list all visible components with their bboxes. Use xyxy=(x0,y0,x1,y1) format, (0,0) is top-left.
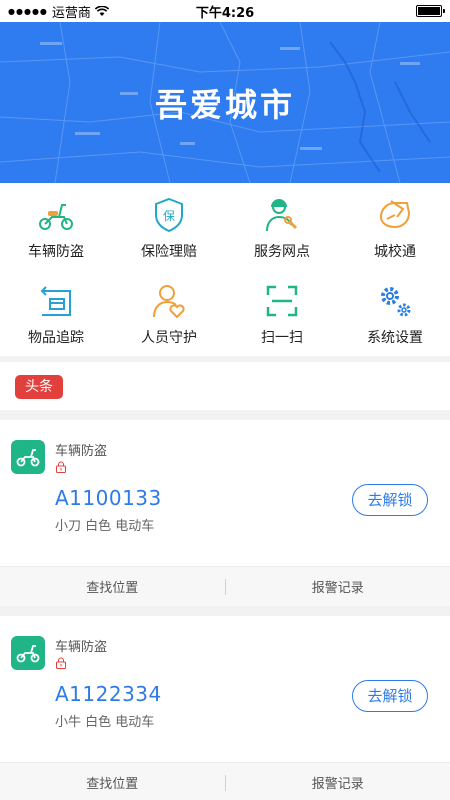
card-actions: 查找位置 报警记录 xyxy=(0,566,450,606)
find-location-button[interactable]: 查找位置 xyxy=(0,577,225,596)
grid-label: 人员守护 xyxy=(141,330,197,346)
grid-label: 服务网点 xyxy=(254,244,310,260)
status-left: ●●●●● 运营商 xyxy=(8,2,109,21)
grid-item-system-settings[interactable]: 系统设置 xyxy=(339,269,450,355)
grid-item-insurance[interactable]: 保 保险理赔 xyxy=(113,183,225,269)
scooter-icon xyxy=(39,204,73,230)
vehicle-card: 车辆防盗 A1100133 小刀 白色 电动车 去解锁 查找位置 报警记录 xyxy=(0,420,450,606)
insurance-shield-icon: 保 xyxy=(155,197,183,233)
status-bar: ●●●●● 运营商 下午4:26 xyxy=(0,0,450,22)
card-actions: 查找位置 报警记录 xyxy=(0,762,450,800)
card-description: 小牛 白色 电动车 xyxy=(55,715,155,730)
wifi-icon xyxy=(94,5,109,16)
grid-item-campus[interactable]: 城校通 xyxy=(339,183,450,269)
hand-card-icon xyxy=(379,200,411,229)
grid-label: 保险理赔 xyxy=(141,244,197,260)
banner-title: 吾爱城市 xyxy=(154,86,295,124)
vehicle-card: 车辆防盗 A1122334 小牛 白色 电动车 去解锁 查找位置 报警记录 xyxy=(0,616,450,800)
feature-grid: 车辆防盗 保 保险理赔 服务网点 城校通 物品追踪 人员守护 扫一扫 系统设置 xyxy=(0,183,450,356)
svg-text:保: 保 xyxy=(163,209,175,223)
lock-icon xyxy=(56,657,66,669)
service-person-icon xyxy=(266,199,298,232)
headline-tag: 头条 xyxy=(15,375,63,399)
battery-icon xyxy=(416,5,445,17)
grid-label: 城校通 xyxy=(374,244,416,260)
headline-bar[interactable]: 头条 xyxy=(0,362,450,410)
scooter-icon xyxy=(11,440,45,474)
grid-item-vehicle-antitheft[interactable]: 车辆防盗 xyxy=(0,183,112,269)
scan-icon xyxy=(266,285,298,317)
banner[interactable]: 吾爱城市 xyxy=(0,22,450,183)
alarm-records-button[interactable]: 报警记录 xyxy=(226,773,450,792)
grid-item-scan[interactable]: 扫一扫 xyxy=(226,269,338,355)
card-type: 车辆防盗 xyxy=(55,444,108,459)
unlock-button[interactable]: 去解锁 xyxy=(352,680,428,712)
grid-item-personnel-guard[interactable]: 人员守护 xyxy=(113,269,225,355)
unlock-button[interactable]: 去解锁 xyxy=(352,484,428,516)
grid-item-service-points[interactable]: 服务网点 xyxy=(226,183,338,269)
carrier-name: 运营商 xyxy=(51,5,91,21)
gears-icon xyxy=(381,287,411,317)
card-description: 小刀 白色 电动车 xyxy=(55,519,155,534)
package-tracking-icon xyxy=(40,286,71,316)
lock-icon xyxy=(56,461,66,473)
grid-label: 物品追踪 xyxy=(28,330,84,346)
card-plate-number: A1100133 xyxy=(55,486,162,510)
card-plate-number: A1122334 xyxy=(55,682,162,706)
signal-dots-icon: ●●●●● xyxy=(8,6,48,16)
scooter-icon xyxy=(11,636,45,670)
alarm-records-button[interactable]: 报警记录 xyxy=(226,577,450,596)
grid-item-item-tracking[interactable]: 物品追踪 xyxy=(0,269,112,355)
find-location-button[interactable]: 查找位置 xyxy=(0,773,225,792)
grid-label: 车辆防盗 xyxy=(28,244,84,260)
card-type: 车辆防盗 xyxy=(55,640,108,655)
grid-label: 扫一扫 xyxy=(261,330,303,346)
grid-label: 系统设置 xyxy=(367,330,423,346)
person-heart-icon xyxy=(153,285,185,319)
